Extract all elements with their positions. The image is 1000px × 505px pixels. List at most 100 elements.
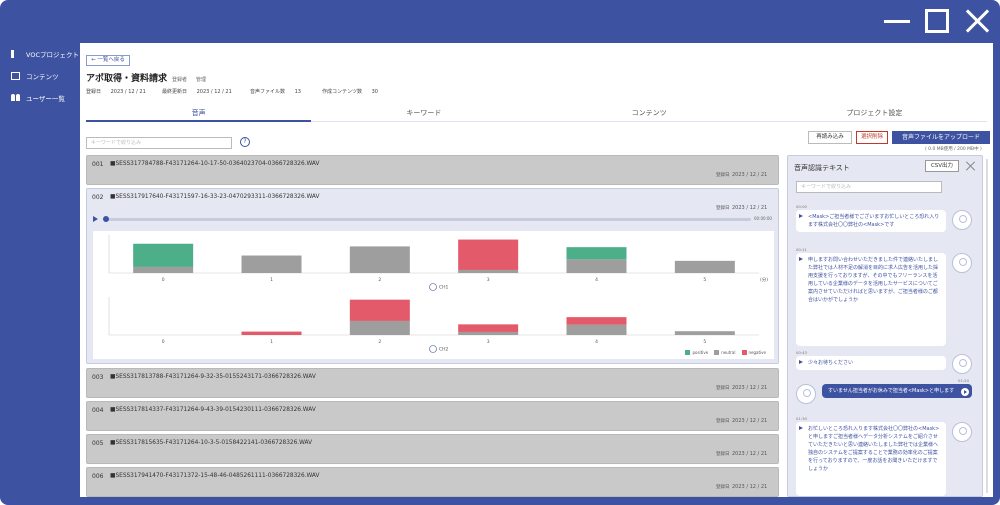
main-content: ← 一覧へ戻る アポ取得・資料請求 登録者 管理 登録日 2023 / 12 /… xyxy=(80,43,993,497)
close-icon[interactable] xyxy=(964,8,990,34)
sidebar-item-label: コンテンツ xyxy=(26,73,59,81)
message-bubble[interactable]: すいません担当者がお休みで担当者<Mask>と申します xyxy=(822,384,972,398)
transcript-message: 00:00 <Mask>ご担当者様でございますお忙しいところ恐れ入ります株式会社… xyxy=(796,204,976,242)
file-row[interactable]: 001 ■SESS317784788-F43171264-10-17-50-03… xyxy=(86,155,779,185)
x-tick-label: 3 xyxy=(487,339,490,345)
minimize-icon[interactable] xyxy=(884,8,910,34)
seek-bar[interactable] xyxy=(105,218,751,221)
transcript-scrollbar[interactable] xyxy=(985,155,989,497)
file-name: ■SESS317813788-F43171264-9-32-35-0155243… xyxy=(110,374,316,380)
window-controls xyxy=(884,8,990,34)
message-text: お忙しいところ恐れ入ります株式会社〇〇弊社の<Mask>と申しますご担当者様へデ… xyxy=(808,426,940,472)
date-label: 登録日 xyxy=(716,485,730,490)
maximize-icon[interactable] xyxy=(924,8,950,34)
close-icon[interactable] xyxy=(965,160,977,172)
bar-negative-4 xyxy=(566,317,627,325)
transcript-search-input[interactable]: キーワードで絞り込み xyxy=(796,181,942,193)
file-row[interactable]: 005 ■SESS317815635-F43171264-10-3-5-0158… xyxy=(86,434,779,464)
file-row[interactable]: 004 ■SESS317814337-F43171264-9-43-39-015… xyxy=(86,401,779,431)
date-label: 登録日 xyxy=(716,206,730,211)
meta-value: 2023 / 12 / 21 xyxy=(110,89,146,95)
upload-audio-button[interactable]: 音声ファイルをアップロード xyxy=(892,131,990,144)
legend-swatch xyxy=(714,350,720,355)
file-number: 004 xyxy=(92,407,104,414)
x-tick-label: 1 xyxy=(270,277,273,283)
tab-keywords[interactable]: キーワード xyxy=(311,108,536,121)
tab-contents[interactable]: コンテンツ xyxy=(537,108,762,121)
sidebar-item-users[interactable]: ユーザー一覧 xyxy=(5,87,80,109)
meta-audio-count: 音声ファイル数 13 xyxy=(250,88,301,95)
file-date: 2023 / 12 / 21 xyxy=(732,451,768,457)
file-name: ■SESS317941470-F43171372-15-48-46-048526… xyxy=(110,473,320,479)
meta-value: 13 xyxy=(294,89,301,95)
meta-registered: 登録日 2023 / 12 / 21 xyxy=(86,88,146,95)
sentiment-chart: 0 1 2 3 4 5 (分) CH1 0 1 2 3 4 5 CH2 xyxy=(108,235,768,353)
transcript-message: 00:11 申しますお問い合わせいただきました件で連絡いたしました弊社では人材不… xyxy=(796,247,976,347)
speaker-icon xyxy=(429,283,437,291)
message-bubble[interactable]: 少々お待ちください xyxy=(796,356,946,370)
playback-time: 00:00:00 xyxy=(754,216,772,221)
document-icon xyxy=(11,72,20,80)
sentiment-chart-area: 0 1 2 3 4 5 (分) CH1 0 1 2 3 4 5 CH2 positive neutral n… xyxy=(93,231,774,359)
file-number: 005 xyxy=(92,440,104,447)
message-timestamp: 00:00 xyxy=(796,204,807,209)
message-text: 少々お待ちください xyxy=(808,360,854,366)
x-tick-label: 2 xyxy=(378,277,381,283)
message-bubble[interactable]: <Mask>ご担当者様でございますお忙しいところ恐れ入ります株式会社〇〇弊社の<… xyxy=(796,210,946,232)
sidebar-item-voc-project[interactable]: VOCプロジェクト xyxy=(5,43,80,65)
tab-project-settings[interactable]: プロジェクト設定 xyxy=(762,108,987,121)
message-bubble[interactable]: 申しますお問い合わせいただきました件で連絡いたしました弊社では人材不足の解消を目… xyxy=(796,253,946,346)
play-icon[interactable] xyxy=(799,214,803,218)
file-row[interactable]: 003 ■SESS317813788-F43171264-9-32-35-015… xyxy=(86,368,779,398)
legend-label: neutral xyxy=(721,350,736,355)
x-tick-label: 5 xyxy=(703,339,706,345)
speaker-label: CH2 xyxy=(439,347,449,353)
transcript-panel: 音声認識テキスト CSV出力 キーワードで絞り込み 00:00 <Mask>ご担… xyxy=(787,155,983,497)
date-label: 登録日 xyxy=(716,173,730,178)
play-icon[interactable] xyxy=(799,257,803,261)
back-to-list-button[interactable]: ← 一覧へ戻る xyxy=(86,55,130,66)
storage-capacity: ( 0.0 MB使用 / 200 MB中 ) xyxy=(925,147,982,152)
users-icon xyxy=(11,94,20,102)
file-row[interactable]: 006 ■SESS317941470-F43171372-15-48-46-04… xyxy=(86,467,779,497)
help-icon[interactable]: ? xyxy=(240,137,250,147)
seek-handle[interactable] xyxy=(103,216,109,222)
file-name: ■SESS317814337-F43171264-9-43-39-0154230… xyxy=(110,407,316,413)
message-timestamp: 00:43 xyxy=(796,350,807,355)
reload-button[interactable]: 再読み込み xyxy=(808,131,852,144)
legend-label: positive xyxy=(692,350,709,355)
date-label: 登録日 xyxy=(716,386,730,391)
bar-neutral-4 xyxy=(566,259,627,273)
file-date: 2023 / 12 / 21 xyxy=(732,385,768,391)
file-date: 2023 / 12 / 21 xyxy=(732,418,768,424)
title-tag: 登録者 xyxy=(172,77,188,83)
x-unit-label: (分) xyxy=(760,276,768,283)
x-tick-label: 3 xyxy=(487,277,490,283)
file-row-expanded[interactable]: 002 ■SESS317917640-F43171597-16-33-23-04… xyxy=(86,188,779,364)
audio-player: 00:00:00 xyxy=(93,215,773,225)
app-window: VOCプロジェクト コンテンツ ユーザー一覧 ← 一覧へ戻る アポ取得・資料請求… xyxy=(0,0,1000,505)
meta-value: 2023 / 12 / 21 xyxy=(196,89,232,95)
legend-swatch xyxy=(741,350,747,355)
file-number: 003 xyxy=(92,374,104,381)
legend-item-neutral: neutral xyxy=(714,350,736,355)
x-tick-label: 5 xyxy=(703,277,706,283)
date-label: 登録日 xyxy=(716,452,730,457)
bar-neutral-5 xyxy=(674,260,735,273)
x-tick-label: 4 xyxy=(595,339,598,345)
play-icon[interactable] xyxy=(799,360,803,364)
transcript-message: 01:24 すいません担当者がお休みで担当者<Mask>と申します xyxy=(796,378,976,414)
play-icon[interactable] xyxy=(799,426,803,430)
delete-selected-button[interactable]: 選択削除 xyxy=(856,131,888,144)
avatar xyxy=(952,354,972,374)
message-bubble[interactable]: お忙しいところ恐れ入ります株式会社〇〇弊社の<Mask>と申しますご担当者様へデ… xyxy=(796,422,946,496)
meta-content-count: 作成コンテンツ数 30 xyxy=(322,88,378,95)
play-icon[interactable] xyxy=(961,388,969,396)
file-search-input[interactable]: キーワードで絞り込み xyxy=(86,137,232,149)
play-icon[interactable] xyxy=(93,216,98,222)
message-text: すいません担当者がお休みで担当者<Mask>と申します xyxy=(828,388,955,394)
tab-audio[interactable]: 音声 xyxy=(86,108,312,122)
sidebar-item-contents[interactable]: コンテンツ xyxy=(5,65,80,87)
csv-export-button[interactable]: CSV出力 xyxy=(925,160,959,172)
speaker-icon xyxy=(11,50,20,58)
